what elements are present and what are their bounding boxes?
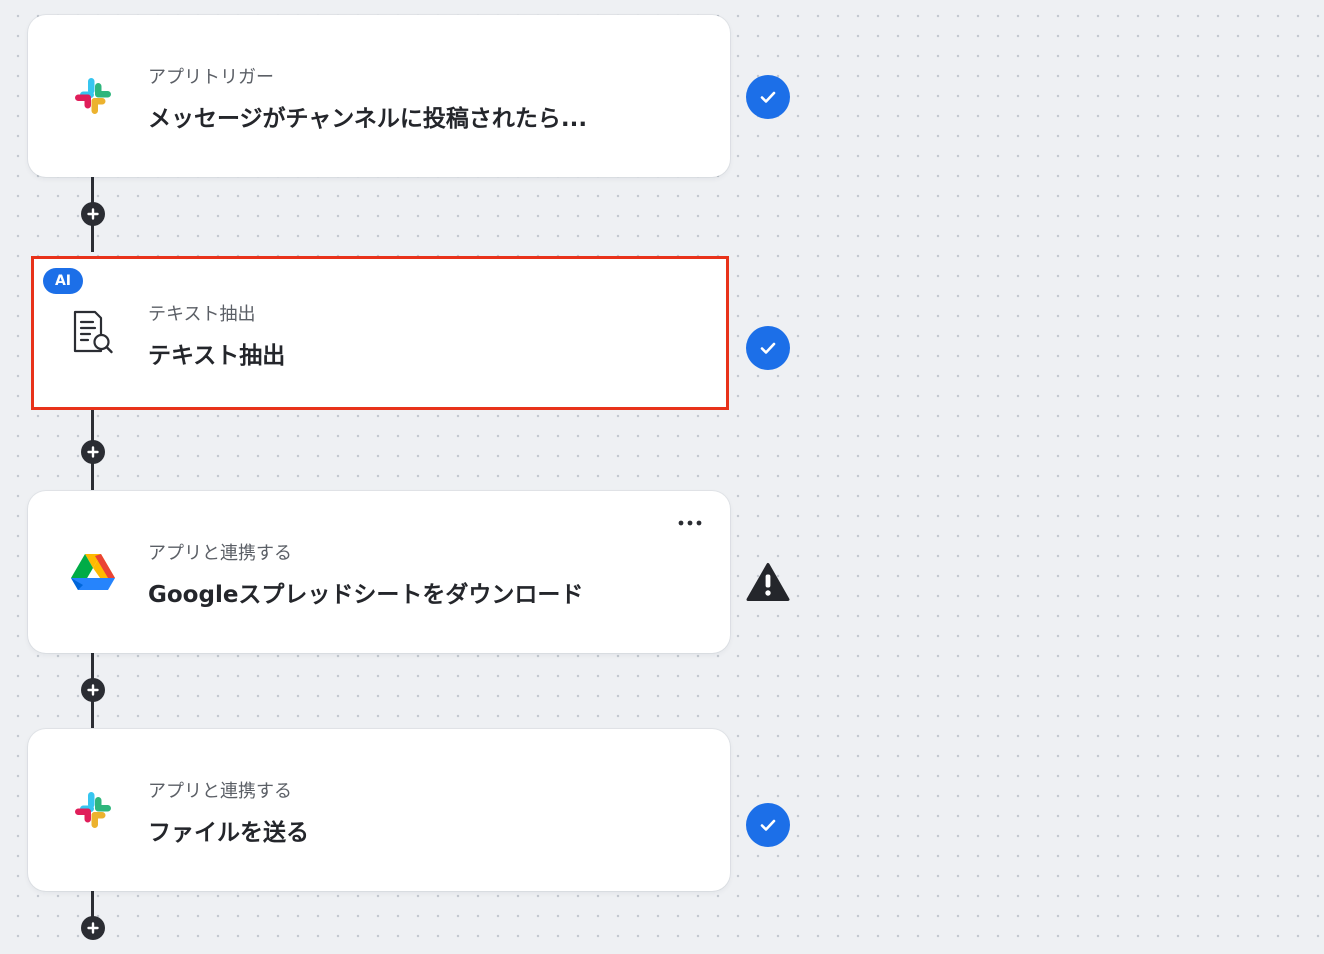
check-icon bbox=[760, 342, 776, 354]
step-title: テキスト抽出 bbox=[148, 343, 286, 369]
ai-badge: AI bbox=[43, 268, 83, 294]
step-card-trigger[interactable]: アプリトリガー メッセージがチャンネルに投稿されたら... bbox=[28, 15, 730, 177]
google-drive-icon bbox=[68, 547, 118, 597]
step-status-complete bbox=[746, 75, 790, 119]
slack-icon bbox=[68, 785, 118, 835]
step-title: メッセージがチャンネルに投稿されたら... bbox=[148, 106, 588, 132]
step-status-complete bbox=[746, 326, 790, 370]
check-icon bbox=[760, 819, 776, 831]
plus-icon bbox=[87, 922, 99, 934]
step-title: ファイルを送る bbox=[148, 820, 309, 846]
add-step-button[interactable] bbox=[81, 440, 105, 464]
step-status-complete bbox=[746, 803, 790, 847]
plus-icon bbox=[87, 208, 99, 220]
more-options-button[interactable] bbox=[676, 513, 704, 533]
step-subtitle: アプリと連携する bbox=[148, 781, 292, 802]
warning-icon bbox=[746, 563, 790, 601]
plus-icon bbox=[87, 684, 99, 696]
step-status-warning bbox=[746, 560, 790, 604]
check-icon bbox=[760, 91, 776, 103]
add-step-button[interactable] bbox=[81, 916, 105, 940]
step-subtitle: アプリトリガー bbox=[148, 67, 274, 88]
plus-icon bbox=[87, 446, 99, 458]
step-card-google-download[interactable]: アプリと連携する Googleスプレッドシートをダウンロード bbox=[28, 491, 730, 653]
more-horizontal-icon bbox=[678, 520, 702, 526]
slack-icon bbox=[68, 71, 118, 121]
step-subtitle: テキスト抽出 bbox=[148, 304, 256, 325]
document-search-icon bbox=[68, 308, 118, 358]
step-card-text-extraction[interactable]: AI テキスト抽出 テキスト抽出 bbox=[31, 256, 729, 410]
step-card-send-file[interactable]: アプリと連携する ファイルを送る bbox=[28, 729, 730, 891]
step-title: Googleスプレッドシートをダウンロード bbox=[148, 582, 584, 608]
add-step-button[interactable] bbox=[81, 202, 105, 226]
add-step-button[interactable] bbox=[81, 678, 105, 702]
step-subtitle: アプリと連携する bbox=[148, 543, 292, 564]
